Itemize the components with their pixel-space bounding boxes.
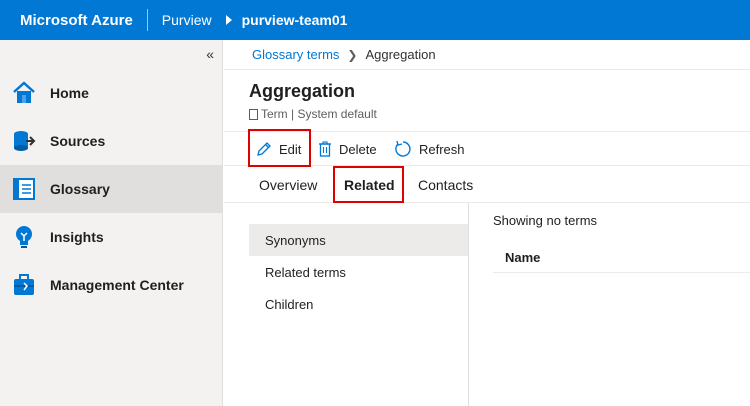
sidebar-item-home[interactable]: Home: [0, 69, 222, 117]
home-icon: [13, 81, 35, 103]
sidebar-item-label: Glossary: [50, 181, 110, 197]
chevron-right-icon: [225, 15, 232, 25]
sidebar-item-label: Management Center: [50, 277, 184, 293]
command-bar: Edit Delete Refresh: [224, 131, 750, 166]
subtitle-text: Term | System default: [261, 107, 377, 121]
pencil-icon: [257, 142, 271, 156]
breadcrumb: Glossary terms ❯ Aggregation: [224, 40, 750, 70]
column-header-name[interactable]: Name: [493, 243, 750, 273]
refresh-button[interactable]: Refresh: [394, 132, 465, 166]
edit-label: Edit: [279, 141, 302, 157]
sidebar-item-insights[interactable]: Insights: [0, 213, 222, 261]
list-item-related-terms[interactable]: Related terms: [249, 256, 468, 288]
tab-related[interactable]: Related: [344, 167, 395, 202]
account-name[interactable]: purview-team01: [242, 12, 348, 28]
sidebar-item-label: Insights: [50, 229, 104, 245]
tab-overview[interactable]: Overview: [259, 167, 317, 202]
delete-label: Delete: [339, 141, 377, 157]
sidebar-item-glossary[interactable]: Glossary: [0, 165, 222, 213]
sidebar-item-sources[interactable]: Sources: [0, 117, 222, 165]
terms-pane: Showing no terms Name: [469, 203, 750, 406]
column-header-label: Name: [505, 250, 541, 265]
page-subtitle: Term | System default: [249, 107, 377, 121]
empty-message: Showing no terms: [493, 213, 598, 228]
delete-button[interactable]: Delete: [318, 132, 377, 166]
sidebar-item-label: Sources: [50, 133, 106, 149]
tab-contacts[interactable]: Contacts: [418, 167, 473, 202]
tab-bar: Overview Related Contacts: [224, 167, 750, 203]
sidebar-item-label: Home: [50, 85, 89, 101]
page-title: Aggregation: [249, 81, 355, 101]
topbar-divider: [146, 9, 148, 31]
sources-icon: [14, 131, 36, 151]
insights-icon: [16, 226, 32, 248]
chevron-right-icon: ❯: [347, 47, 358, 62]
collapse-sidebar-icon[interactable]: «: [206, 46, 214, 62]
sidebar: « Home Sources Glossary Insights Managem…: [0, 40, 223, 406]
top-bar: Microsoft Azure Purview purview-team01: [0, 0, 750, 40]
list-item-synonyms[interactable]: Synonyms: [249, 224, 468, 256]
management-icon: [14, 274, 34, 295]
trash-icon: [319, 141, 331, 157]
term-icon: [249, 108, 258, 120]
edit-button[interactable]: Edit: [256, 132, 301, 166]
glossary-icon: [13, 178, 35, 200]
brand-title[interactable]: Microsoft Azure: [0, 12, 133, 29]
sidebar-item-management-center[interactable]: Management Center: [0, 261, 222, 309]
list-item-children[interactable]: Children: [249, 288, 468, 320]
refresh-icon: [395, 140, 411, 157]
breadcrumb-current: Aggregation: [365, 47, 436, 62]
main-content: Glossary terms ❯ Aggregation Aggregation…: [224, 40, 750, 406]
breadcrumb-link-glossary-terms[interactable]: Glossary terms: [252, 47, 339, 62]
refresh-label: Refresh: [419, 141, 465, 157]
related-category-list: Synonyms Related terms Children: [249, 224, 468, 320]
service-name[interactable]: Purview: [162, 12, 212, 28]
